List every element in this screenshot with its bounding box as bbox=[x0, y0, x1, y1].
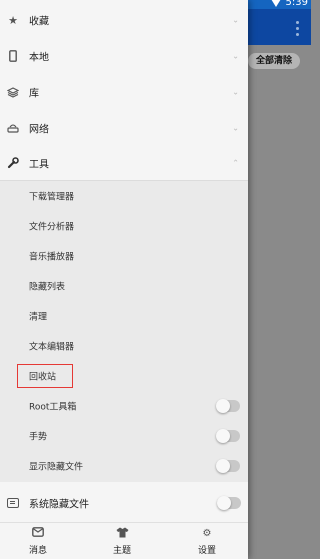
gear-icon: ⚙ bbox=[202, 528, 212, 539]
drawer-bottom-bar: 消息 主题 ⚙ 设置 bbox=[0, 522, 248, 559]
tool-gestures[interactable]: 手势 bbox=[0, 421, 248, 451]
gestures-toggle[interactable] bbox=[216, 429, 240, 443]
overflow-menu-icon[interactable] bbox=[296, 21, 300, 39]
drawer-item-label: 库 bbox=[29, 88, 39, 100]
drawer-item-system-hidden-files[interactable]: 系统隐藏文件 bbox=[0, 486, 248, 520]
toggle-knob bbox=[216, 399, 230, 413]
drawer-item-local[interactable]: 本地 ⌄ bbox=[0, 38, 248, 74]
drawer-item-label: 收藏 bbox=[29, 16, 49, 28]
tool-cleaner[interactable]: 清理 bbox=[0, 301, 248, 331]
tool-music-player[interactable]: 音乐播放器 bbox=[0, 241, 248, 271]
wrench-icon bbox=[7, 157, 19, 169]
drawer-item-label: 本地 bbox=[29, 52, 49, 64]
drawer-item-favorites[interactable]: ★ 收藏 ⌄ bbox=[0, 2, 248, 38]
star-icon: ★ bbox=[8, 13, 18, 27]
tool-label: 显示隐藏文件 bbox=[29, 462, 84, 473]
layers-icon bbox=[7, 86, 19, 98]
themes-button[interactable]: 主题 bbox=[92, 527, 152, 556]
router-icon bbox=[7, 122, 19, 134]
message-icon bbox=[8, 527, 68, 541]
tool-label: Root工具箱 bbox=[29, 402, 77, 413]
toggle-knob bbox=[216, 459, 230, 473]
wifi-icon bbox=[271, 0, 281, 7]
drawer-item-network[interactable]: 网络 ⌄ bbox=[0, 110, 248, 146]
toggle-knob bbox=[217, 496, 231, 510]
tool-label: 隐藏列表 bbox=[29, 282, 66, 293]
show-hidden-files-toggle[interactable] bbox=[216, 459, 240, 473]
highlight-annotation bbox=[17, 364, 73, 388]
chevron-up-icon: ⌃ bbox=[232, 158, 239, 168]
chevron-down-icon: ⌄ bbox=[232, 123, 239, 133]
nav-label: 主题 bbox=[112, 546, 131, 556]
tool-text-editor[interactable]: 文本编辑器 bbox=[0, 331, 248, 361]
tool-download-manager[interactable]: 下载管理器 bbox=[0, 181, 248, 211]
clear-all-chip[interactable]: 全部清除 bbox=[248, 53, 301, 69]
nav-label: 消息 bbox=[28, 546, 47, 556]
tool-label: 清理 bbox=[29, 312, 48, 323]
tool-label: 文本编辑器 bbox=[29, 342, 75, 353]
drawer-item-library[interactable]: 库 ⌄ bbox=[0, 74, 248, 110]
drawer-item-label: 网络 bbox=[29, 124, 49, 136]
chevron-down-icon: ⌄ bbox=[232, 51, 239, 61]
chevron-down-icon: ⌄ bbox=[232, 87, 239, 97]
settings-button[interactable]: ⚙ 设置 bbox=[177, 527, 237, 556]
nav-label: 设置 bbox=[197, 546, 216, 556]
tool-label: 下载管理器 bbox=[29, 192, 75, 203]
drawer-item-label: 工具 bbox=[29, 159, 49, 171]
tool-label: 手势 bbox=[29, 432, 48, 443]
tool-label: 文件分析器 bbox=[29, 222, 75, 233]
system-hidden-files-toggle[interactable] bbox=[217, 496, 241, 510]
status-time: 5:39 bbox=[285, 0, 308, 8]
messages-button[interactable]: 消息 bbox=[8, 527, 68, 556]
drawer-item-tools[interactable]: 工具 ⌃ bbox=[0, 145, 248, 181]
toggle-knob bbox=[216, 429, 230, 443]
drawer-item-label: 系统隐藏文件 bbox=[29, 499, 89, 511]
root-toolbox-toggle[interactable] bbox=[216, 399, 240, 413]
shirt-icon bbox=[92, 527, 152, 541]
phone-icon bbox=[7, 50, 19, 62]
app-toolbar bbox=[248, 9, 311, 45]
navigation-drawer: ★ 收藏 ⌄ 本地 ⌄ 库 ⌄ 网络 ⌄ 工具 ⌃ 下载管理器 文件分析器 音乐… bbox=[0, 0, 248, 559]
tool-show-hidden-files[interactable]: 显示隐藏文件 bbox=[0, 451, 248, 481]
tool-root-toolbox[interactable]: Root工具箱 bbox=[0, 391, 248, 421]
chevron-down-icon: ⌄ bbox=[232, 15, 239, 25]
tool-file-analyzer[interactable]: 文件分析器 bbox=[0, 211, 248, 241]
tool-label: 音乐播放器 bbox=[29, 252, 75, 263]
tool-hidden-list[interactable]: 隐藏列表 bbox=[0, 271, 248, 301]
file-system-icon bbox=[7, 498, 19, 508]
